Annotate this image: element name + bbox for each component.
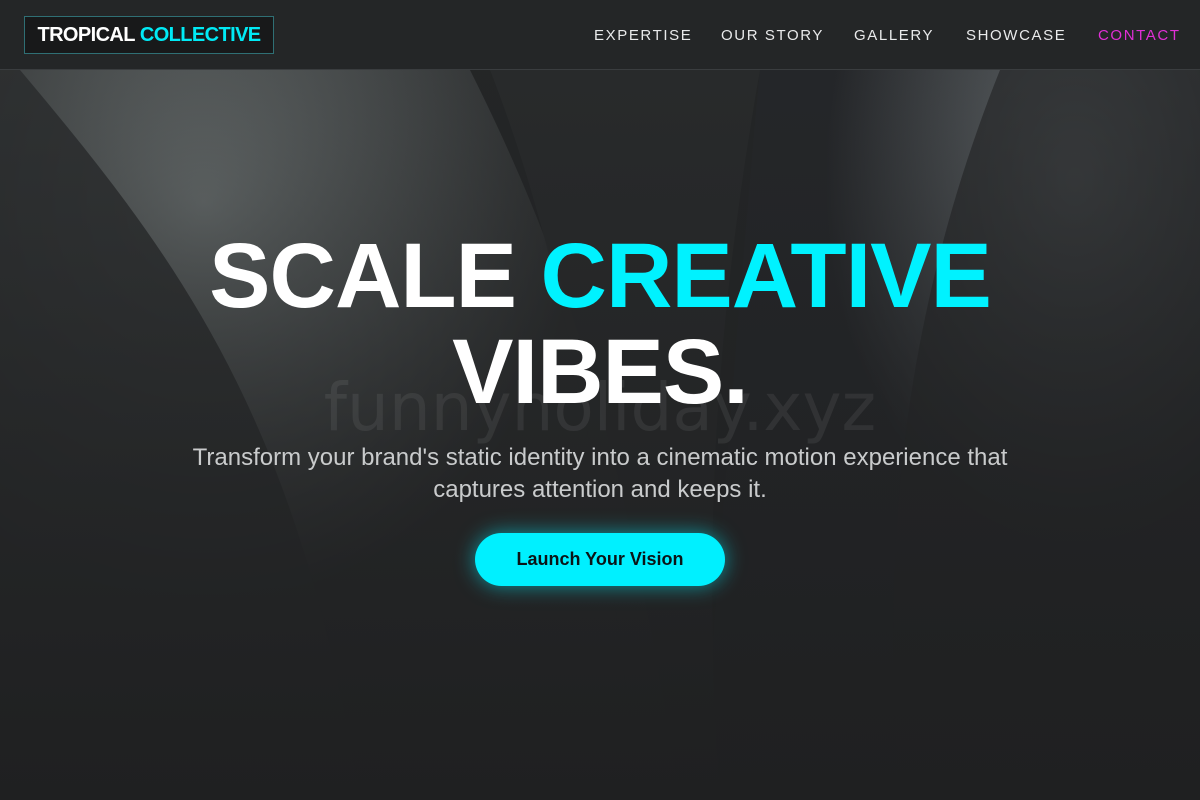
nav-link-our-story[interactable]: OUR STORY	[721, 0, 824, 70]
hero-headline-line-1: SCALE CREATIVE	[0, 230, 1200, 322]
site-header: TROPICAL COLLECTIVE EXPERTISE OUR STORY …	[0, 0, 1200, 70]
nav-link-showcase[interactable]: SHOWCASE	[966, 0, 1066, 70]
launch-your-vision-button[interactable]: Launch Your Vision	[475, 533, 725, 586]
headline-word-scale: SCALE	[209, 225, 517, 327]
hero-headline-line-2: VIBES.	[452, 321, 749, 423]
headline-word-creative: CREATIVE	[540, 225, 992, 327]
landing-page: TROPICAL COLLECTIVE EXPERTISE OUR STORY …	[0, 0, 1200, 800]
nav-link-expertise[interactable]: EXPERTISE	[594, 0, 692, 70]
nav-link-contact[interactable]: CONTACT	[1098, 0, 1181, 70]
logo-text-primary: TROPICAL	[37, 23, 135, 46]
brand-logo[interactable]: TROPICAL COLLECTIVE	[24, 16, 274, 54]
hero-subtitle: Transform your brand's static identity i…	[192, 444, 1008, 503]
nav-link-gallery[interactable]: GALLERY	[854, 0, 934, 70]
logo-text-accent: COLLECTIVE	[139, 23, 261, 46]
